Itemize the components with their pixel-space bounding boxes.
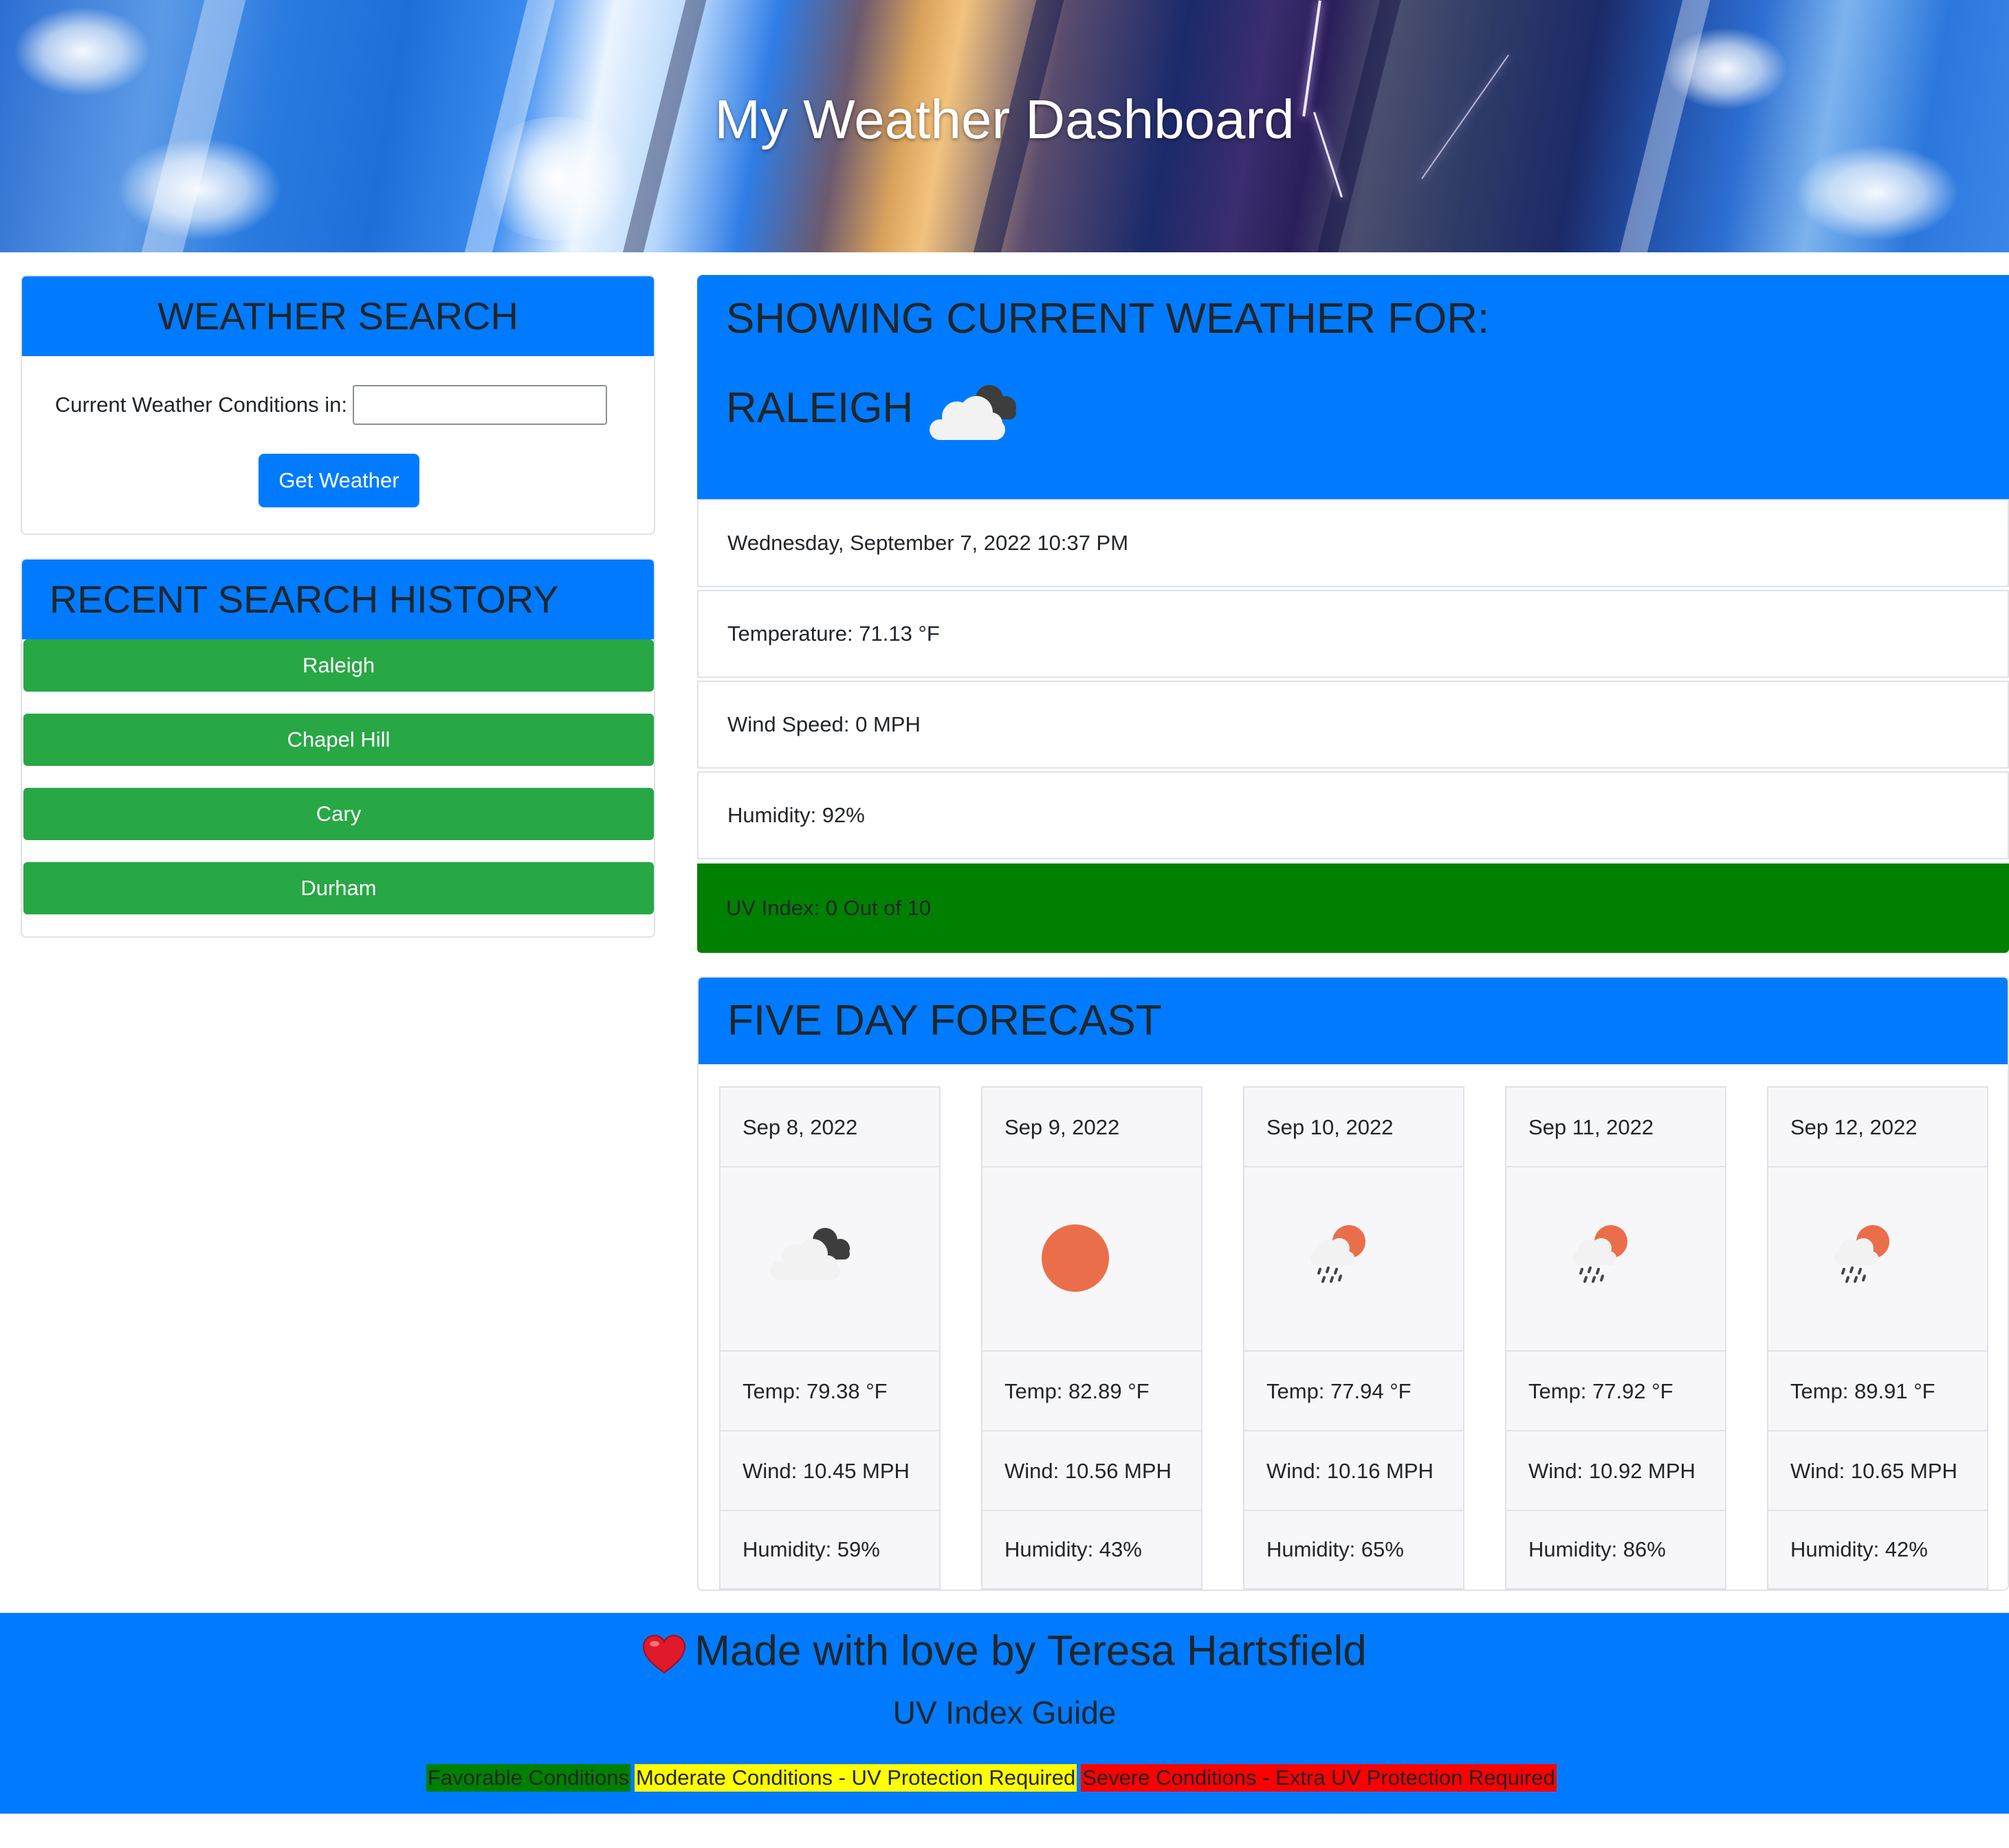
- forecast-wind: Wind: 10.16 MPH: [1244, 1431, 1463, 1511]
- header-banner: My Weather Dashboard: [0, 0, 2009, 252]
- forecast-date: Sep 9, 2022: [982, 1088, 1201, 1167]
- city-input-label: Current Weather Conditions in:: [55, 393, 348, 417]
- forecast-day: Sep 8, 2022 Temp: 79.38 °F Wind: 10.45 M…: [719, 1086, 941, 1590]
- uv-guide-title: UV Index Guide: [892, 1695, 1117, 1730]
- heart-icon: [643, 1634, 686, 1673]
- city-search-input[interactable]: [353, 385, 608, 425]
- forecast-temp: Temp: 77.94 °F: [1244, 1352, 1463, 1431]
- weather-search-card: WEATHER SEARCH Current Weather Condition…: [21, 275, 655, 535]
- current-wind-speed: Wind Speed: 0 MPH: [697, 681, 2009, 769]
- current-city-name: RALEIGH: [726, 384, 914, 432]
- forecast-temp: Temp: 77.92 °F: [1506, 1352, 1725, 1431]
- cloud-night-icon: [930, 385, 1016, 440]
- footer-credit-text: Made with love by Teresa Hartsfield: [694, 1627, 1367, 1675]
- forecast-day: Sep 12, 2022 Temp: 89.91 °F Wind: 10.65 …: [1767, 1086, 1988, 1590]
- forecast-humidity: Humidity: 42%: [1790, 1537, 1928, 1561]
- sun-icon: [1042, 1224, 1109, 1292]
- forecast-temp: Temp: 82.89 °F: [982, 1352, 1201, 1431]
- forecast-date: Sep 11, 2022: [1506, 1088, 1725, 1167]
- forecast-day: Sep 11, 2022 Temp: 77.92 °F Wind: 10.92 …: [1505, 1086, 1726, 1590]
- forecast-wind: Wind: 10.45 MPH: [721, 1431, 939, 1511]
- cloud-night-icon: [770, 1228, 850, 1280]
- get-weather-button[interactable]: Get Weather: [259, 454, 419, 507]
- forecast-wind: Wind: 10.92 MPH: [1506, 1431, 1725, 1511]
- forecast-heading: FIVE DAY FORECAST: [699, 978, 2008, 1064]
- rain-sun-icon: [1310, 1225, 1365, 1283]
- rain-sun-icon: [1572, 1225, 1627, 1283]
- forecast-date: Sep 10, 2022: [1244, 1088, 1463, 1167]
- forecast-wind: Wind: 10.65 MPH: [1768, 1431, 1987, 1511]
- uv-legend-severe: Severe Conditions - Extra UV Protection …: [1081, 1764, 1557, 1792]
- forecast-temp: Temp: 89.91 °F: [1768, 1352, 1987, 1431]
- forecast-day: Sep 10, 2022 Temp: 77.94 °F Wind: 10.16 …: [1243, 1086, 1464, 1590]
- forecast-humidity: Humidity: 65%: [1266, 1537, 1404, 1561]
- current-weather-header: SHOWING CURRENT WEATHER FOR: RALEIGH: [697, 275, 2009, 499]
- uv-legend-favorable: Favorable Conditions: [426, 1764, 630, 1792]
- current-datetime: Wednesday, September 7, 2022 10:37 PM: [697, 499, 2009, 587]
- forecast-wind: Wind: 10.56 MPH: [982, 1431, 1201, 1511]
- current-temperature: Temperature: 71.13 °F: [697, 590, 2009, 678]
- search-history-card: RECENT SEARCH HISTORY Raleigh Chapel Hil…: [21, 558, 655, 938]
- forecast-humidity: Humidity: 43%: [1005, 1537, 1142, 1561]
- forecast-date: Sep 12, 2022: [1768, 1088, 1987, 1167]
- forecast-humidity: Humidity: 59%: [743, 1537, 880, 1561]
- search-history-heading: RECENT SEARCH HISTORY: [22, 560, 654, 639]
- uv-legend: Favorable Conditions Moderate Conditions…: [426, 1764, 1557, 1792]
- footer-credit: Made with love by Teresa Hartsfield: [0, 1627, 2009, 1675]
- history-button-cary[interactable]: Cary: [23, 788, 654, 840]
- history-button-durham[interactable]: Durham: [23, 862, 654, 914]
- uv-legend-moderate: Moderate Conditions - UV Protection Requ…: [634, 1764, 1077, 1792]
- current-weather-heading: SHOWING CURRENT WEATHER FOR:: [726, 295, 1490, 342]
- rain-sun-icon: [1834, 1225, 1889, 1283]
- weather-search-heading: WEATHER SEARCH: [22, 276, 654, 356]
- current-humidity: Humidity: 92%: [697, 771, 2009, 859]
- forecast-day: Sep 9, 2022 Temp: 82.89 °F Wind: 10.56 M…: [981, 1086, 1203, 1590]
- current-uv-index: UV Index: 0 Out of 10: [697, 864, 2009, 953]
- history-button-raleigh[interactable]: Raleigh: [23, 639, 654, 692]
- history-button-chapel-hill[interactable]: Chapel Hill: [23, 714, 654, 766]
- forecast-date: Sep 8, 2022: [721, 1088, 939, 1167]
- forecast-humidity: Humidity: 86%: [1528, 1537, 1666, 1561]
- page-title: My Weather Dashboard: [714, 89, 1295, 150]
- forecast-temp: Temp: 79.38 °F: [721, 1352, 939, 1431]
